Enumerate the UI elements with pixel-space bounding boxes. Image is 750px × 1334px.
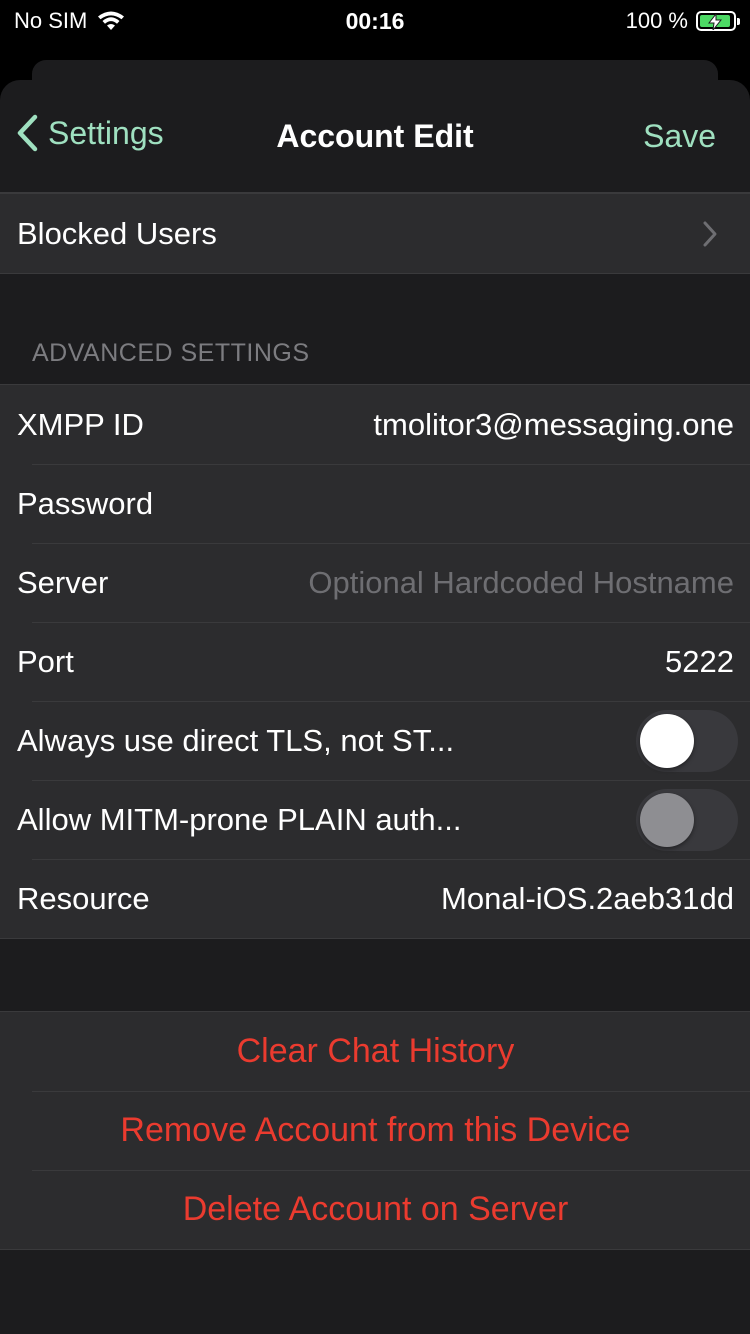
advanced-settings-header-label: ADVANCED SETTINGS — [32, 339, 310, 367]
advanced-settings-header: ADVANCED SETTINGS — [0, 274, 750, 384]
battery-percent: 100 % — [625, 8, 688, 33]
resource-field[interactable]: Monal-iOS.2aeb31dd — [441, 881, 734, 917]
account-actions-group: Clear Chat History Remove Account from t… — [0, 1011, 750, 1250]
server-row[interactable]: Server Optional Hardcoded Hostname — [0, 543, 750, 622]
port-label: Port — [17, 643, 74, 679]
account-edit-sheet: Settings Account Edit Save Blocked Users… — [0, 80, 750, 1334]
blocked-users-label: Blocked Users — [17, 215, 217, 251]
clear-chat-history-label: Clear Chat History — [236, 1032, 515, 1070]
plain-auth-label: Allow MITM-prone PLAIN auth... — [17, 801, 462, 837]
page-title: Account Edit — [276, 118, 474, 154]
delete-account-label: Delete Account on Server — [182, 1190, 569, 1228]
server-field[interactable]: Optional Hardcoded Hostname — [308, 565, 734, 601]
resource-row[interactable]: Resource Monal-iOS.2aeb31dd — [0, 859, 750, 938]
status-bar: No SIM 00:16 100 % — [0, 0, 750, 44]
remove-account-button[interactable]: Remove Account from this Device — [0, 1091, 750, 1170]
navigation-bar: Settings Account Edit Save — [0, 80, 750, 193]
xmpp-id-row[interactable]: XMPP ID tmolitor3@messaging.one — [0, 385, 750, 464]
xmpp-id-label: XMPP ID — [17, 406, 144, 442]
port-row[interactable]: Port 5222 — [0, 622, 750, 701]
toggle-knob — [640, 713, 694, 768]
direct-tls-label: Always use direct TLS, not ST... — [17, 722, 455, 758]
password-row[interactable]: Password — [0, 464, 750, 543]
blocked-users-row[interactable]: Blocked Users — [0, 194, 750, 273]
clear-chat-history-button[interactable]: Clear Chat History — [0, 1012, 750, 1091]
direct-tls-toggle[interactable] — [636, 709, 738, 772]
xmpp-id-value[interactable]: tmolitor3@messaging.one — [373, 407, 734, 443]
direct-tls-row: Always use direct TLS, not ST... — [0, 701, 750, 780]
blocked-users-group: Blocked Users — [0, 193, 750, 274]
toggle-knob — [640, 792, 694, 847]
resource-label: Resource — [17, 880, 150, 916]
delete-account-button[interactable]: Delete Account on Server — [0, 1170, 750, 1249]
port-field[interactable]: 5222 — [665, 644, 734, 680]
plain-auth-row: Allow MITM-prone PLAIN auth... — [0, 780, 750, 859]
password-label: Password — [17, 485, 154, 521]
battery-charging-icon — [696, 11, 740, 31]
save-button[interactable]: Save — [643, 118, 716, 155]
remove-account-label: Remove Account from this Device — [120, 1111, 631, 1149]
chevron-right-icon — [703, 221, 717, 246]
advanced-settings-group: XMPP ID tmolitor3@messaging.one Password… — [0, 384, 750, 939]
plain-auth-toggle[interactable] — [636, 788, 738, 851]
server-label: Server — [17, 564, 109, 600]
